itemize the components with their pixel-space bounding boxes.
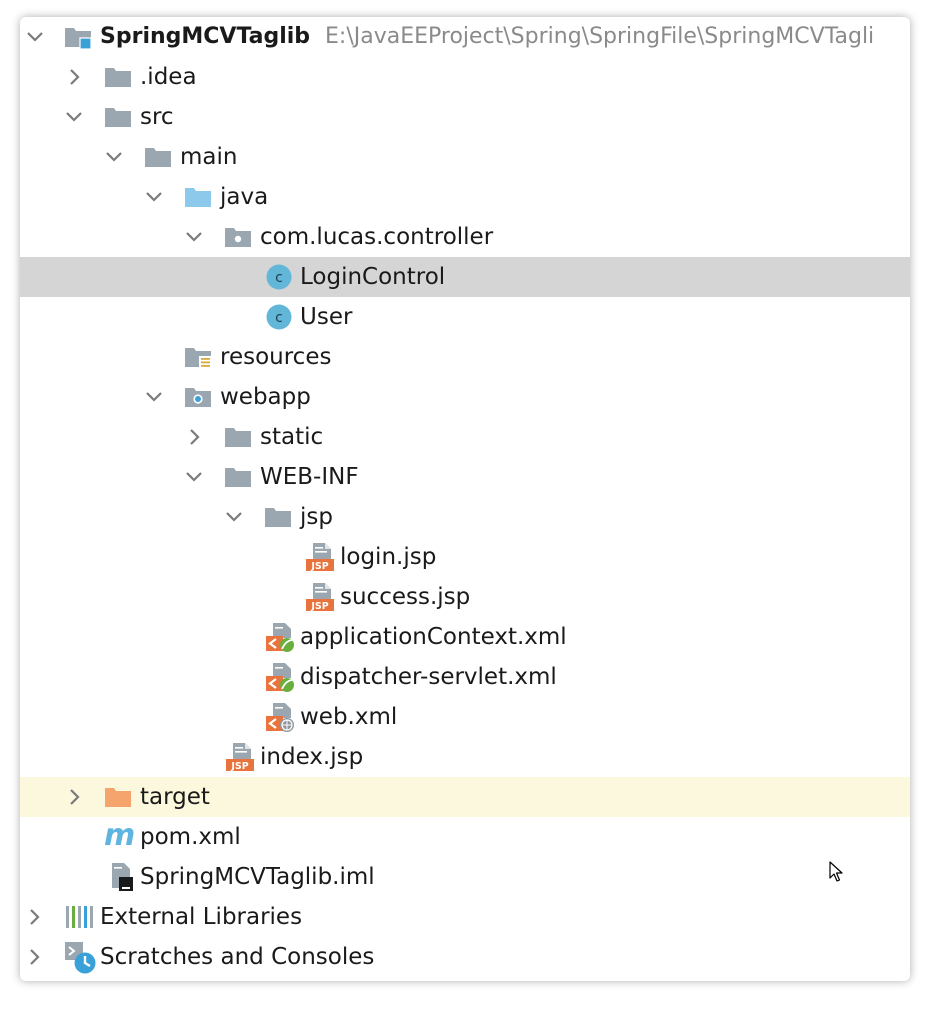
folder-icon: [104, 65, 132, 89]
tree-row-iml[interactable]: SpringMCVTaglib.iml: [20, 857, 910, 897]
jsp-file-icon: [225, 742, 255, 772]
tree-row-index-jsp[interactable]: index.jsp: [20, 737, 910, 777]
tree-label[interactable]: .idea: [140, 57, 197, 97]
tree-label[interactable]: WEB-INF: [260, 457, 359, 497]
tree-row-success-jsp[interactable]: success.jsp: [20, 577, 910, 617]
class-icon: [265, 303, 293, 331]
tree-label[interactable]: main: [180, 137, 237, 177]
tree-row-external-libraries[interactable]: External Libraries: [20, 897, 910, 937]
module-file-icon: [106, 862, 136, 892]
tree-row-jsp[interactable]: jsp: [20, 497, 910, 537]
tree-row-target[interactable]: target: [20, 777, 910, 817]
tree-label[interactable]: success.jsp: [340, 577, 470, 617]
web-folder-icon: [184, 385, 212, 409]
mouse-cursor-icon: [829, 861, 843, 882]
tree-row-dispatcher-servlet[interactable]: dispatcher-servlet.xml: [20, 657, 910, 697]
tree-label[interactable]: resources: [220, 337, 331, 377]
tree-row-login-jsp[interactable]: login.jsp: [20, 537, 910, 577]
maven-icon: m: [104, 821, 138, 853]
tree-label[interactable]: pom.xml: [140, 817, 241, 857]
tree-row-application-context[interactable]: applicationContext.xml: [20, 617, 910, 657]
chevron-down-icon[interactable]: [142, 177, 166, 217]
tree-label[interactable]: static: [260, 417, 323, 457]
tree-row-package[interactable]: com.lucas.controller: [20, 217, 910, 257]
project-path: E:\JavaEEProject\Spring\SpringFile\Sprin…: [325, 24, 875, 49]
folder-icon: [104, 105, 132, 129]
chevron-down-icon[interactable]: [182, 217, 206, 257]
project-name[interactable]: SpringMCVTaglib: [100, 17, 310, 57]
tree-row-user[interactable]: User: [20, 297, 910, 337]
chevron-down-icon[interactable]: [23, 17, 47, 57]
scratches-icon: [64, 941, 98, 975]
tree-label[interactable]: External Libraries: [100, 897, 302, 937]
libraries-icon: [65, 903, 95, 931]
project-folder-icon: [64, 25, 92, 49]
tree-row-webapp[interactable]: webapp: [20, 377, 910, 417]
chevron-down-icon[interactable]: [62, 97, 86, 137]
chevron-right-icon[interactable]: [62, 777, 86, 817]
tree-label[interactable]: webapp: [220, 377, 311, 417]
chevron-right-icon[interactable]: [62, 57, 86, 97]
tree-row-web-xml[interactable]: web.xml: [20, 697, 910, 737]
chevron-right-icon[interactable]: [22, 937, 46, 977]
tree-label[interactable]: login.jsp: [340, 537, 436, 577]
tree-row-java[interactable]: java: [20, 177, 910, 217]
chevron-down-icon[interactable]: [102, 137, 126, 177]
folder-icon: [144, 145, 172, 169]
class-icon: [265, 263, 293, 291]
spring-xml-icon: [265, 662, 295, 692]
tree-label[interactable]: User: [300, 297, 352, 337]
folder-icon: [264, 505, 292, 529]
tree-label[interactable]: jsp: [300, 497, 333, 537]
web-xml-icon: [265, 702, 295, 732]
maven-letter: m: [104, 818, 136, 853]
chevron-right-icon[interactable]: [182, 417, 206, 457]
chevron-down-icon[interactable]: [222, 497, 246, 537]
tree-label[interactable]: web.xml: [300, 697, 397, 737]
tree-row-main[interactable]: main: [20, 137, 910, 177]
chevron-down-icon[interactable]: [142, 377, 166, 417]
chevron-down-icon[interactable]: [182, 457, 206, 497]
tree-row-static[interactable]: static: [20, 417, 910, 457]
tree-row-resources[interactable]: resources: [20, 337, 910, 377]
tree-label[interactable]: LoginControl: [300, 257, 445, 297]
tree-label[interactable]: index.jsp: [260, 737, 363, 777]
resources-folder-icon: [184, 345, 212, 369]
jsp-file-icon: [305, 542, 335, 572]
source-folder-icon: [184, 185, 212, 209]
spring-xml-icon: [265, 622, 295, 652]
tree-row-idea[interactable]: .idea: [20, 57, 910, 97]
tree-row-project-root[interactable]: SpringMCVTaglib E:\JavaEEProject\Spring\…: [20, 17, 910, 57]
folder-icon: [224, 465, 252, 489]
tree-label[interactable]: java: [220, 177, 268, 217]
tree-label[interactable]: Scratches and Consoles: [100, 937, 374, 977]
tree-label[interactable]: com.lucas.controller: [260, 217, 493, 257]
excluded-folder-icon: [104, 785, 132, 809]
project-tool-window: SpringMCVTaglib E:\JavaEEProject\Spring\…: [20, 17, 910, 981]
tree-row-pom[interactable]: m pom.xml: [20, 817, 910, 857]
tree-row-scratches[interactable]: Scratches and Consoles: [20, 937, 910, 977]
chevron-right-icon[interactable]: [22, 897, 46, 937]
folder-icon: [224, 425, 252, 449]
tree-row-login-control[interactable]: LoginControl: [20, 257, 910, 297]
tree-row-src[interactable]: src: [20, 97, 910, 137]
tree-label[interactable]: src: [140, 97, 174, 137]
tree-label[interactable]: applicationContext.xml: [300, 617, 567, 657]
tree-label[interactable]: dispatcher-servlet.xml: [300, 657, 557, 697]
jsp-file-icon: [305, 582, 335, 612]
tree-label[interactable]: target: [140, 777, 210, 817]
tree-row-web-inf[interactable]: WEB-INF: [20, 457, 910, 497]
tree-label[interactable]: SpringMCVTaglib.iml: [140, 857, 375, 897]
package-icon: [224, 225, 252, 249]
